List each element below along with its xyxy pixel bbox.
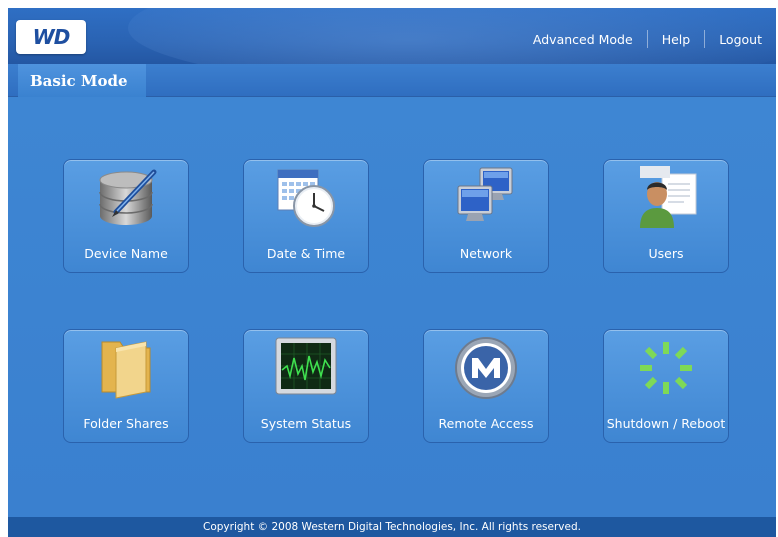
power-spinner-icon bbox=[640, 342, 692, 394]
tile-label: Date & Time bbox=[266, 246, 346, 261]
calendar-clock-icon bbox=[277, 169, 335, 227]
folder-icon bbox=[101, 341, 151, 399]
advanced-mode-link[interactable]: Advanced Mode bbox=[533, 32, 633, 47]
tile-label: Users bbox=[648, 246, 684, 261]
tile-network[interactable]: Network bbox=[423, 159, 549, 273]
header: WD Advanced Mode Help Logout bbox=[8, 8, 776, 64]
tile-shutdown-reboot[interactable]: Shutdown / Reboot bbox=[603, 329, 729, 443]
tile-label: Network bbox=[459, 246, 513, 261]
logout-link[interactable]: Logout bbox=[719, 32, 762, 47]
user-icon bbox=[640, 166, 697, 228]
help-link[interactable]: Help bbox=[662, 32, 691, 47]
tab-basic-mode[interactable]: Basic Mode bbox=[18, 64, 146, 97]
nav-divider bbox=[704, 30, 706, 48]
tab-bar: Basic Mode bbox=[8, 64, 776, 97]
footer-copyright: Copyright © 2008 Western Digital Technol… bbox=[8, 517, 776, 537]
tile-remote-access[interactable]: Remote Access bbox=[423, 329, 549, 443]
tile-label: Folder Shares bbox=[83, 416, 169, 431]
tile-date-time[interactable]: Date & Time bbox=[243, 159, 369, 273]
logo-text: WD bbox=[32, 25, 71, 49]
tile-label: Shutdown / Reboot bbox=[606, 416, 726, 431]
wd-logo[interactable]: WD bbox=[16, 20, 86, 54]
app-window: WD Advanced Mode Help Logout Basic Mode bbox=[8, 8, 776, 537]
tile-users[interactable]: Users bbox=[603, 159, 729, 273]
tile-system-status[interactable]: System Status bbox=[243, 329, 369, 443]
top-nav: Advanced Mode Help Logout bbox=[533, 30, 762, 48]
tile-device-name[interactable]: Device Name bbox=[63, 159, 189, 273]
tile-label: Remote Access bbox=[438, 416, 534, 431]
database-pen-icon bbox=[99, 169, 157, 225]
tile-folder-shares[interactable]: Folder Shares bbox=[63, 329, 189, 443]
network-computers-icon bbox=[457, 167, 513, 221]
monitor-graph-icon bbox=[275, 337, 337, 395]
tile-label: System Status bbox=[260, 416, 352, 431]
main-content: Device Name Date & Time Network Users Fo… bbox=[8, 97, 776, 517]
mionet-icon bbox=[455, 337, 517, 399]
tile-label: Device Name bbox=[84, 246, 168, 261]
nav-divider bbox=[646, 30, 648, 48]
